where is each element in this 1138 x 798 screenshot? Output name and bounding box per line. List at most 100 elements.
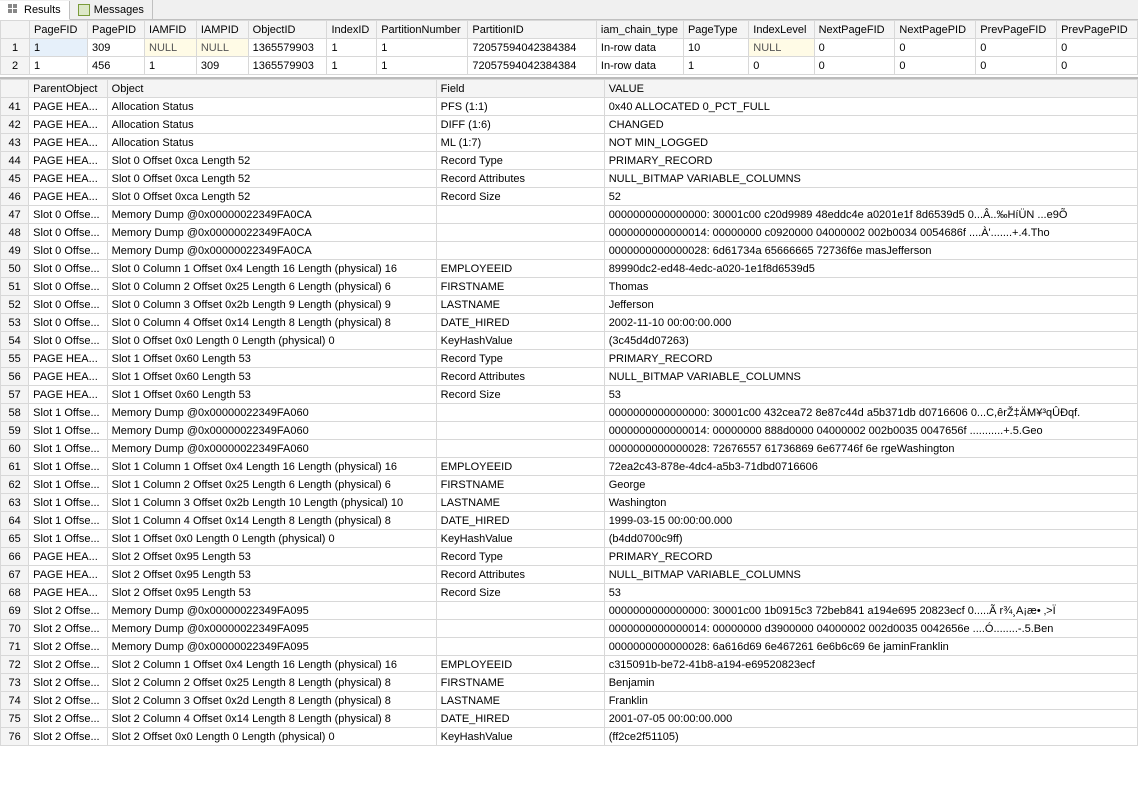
row-number[interactable]: 49 (1, 242, 29, 260)
cell[interactable]: Slot 0 Offset 0x0 Length 0 Length (physi… (107, 332, 436, 350)
cell[interactable]: Slot 0 Offse... (29, 260, 107, 278)
cell[interactable]: DATE_HIRED (436, 314, 604, 332)
cell[interactable]: PFS (1:1) (436, 98, 604, 116)
row-number[interactable]: 61 (1, 458, 29, 476)
table-row[interactable]: 53Slot 0 Offse...Slot 0 Column 4 Offset … (1, 314, 1138, 332)
cell[interactable]: Slot 2 Offset 0x0 Length 0 Length (physi… (107, 728, 436, 746)
cell[interactable]: LASTNAME (436, 494, 604, 512)
row-number[interactable]: 51 (1, 278, 29, 296)
cell[interactable]: Slot 1 Column 1 Offset 0x4 Length 16 Len… (107, 458, 436, 476)
col-header[interactable]: PartitionID (468, 21, 597, 39)
cell[interactable]: Memory Dump @0x00000022349FA095 (107, 620, 436, 638)
cell[interactable]: 0000000000000000: 30001c00 c20d9989 48ed… (604, 206, 1137, 224)
col-header[interactable]: ParentObject (29, 80, 107, 98)
cell[interactable]: Slot 0 Offse... (29, 332, 107, 350)
cell[interactable]: Slot 2 Offse... (29, 602, 107, 620)
cell[interactable]: 0 (895, 57, 976, 75)
cell[interactable]: 1 (683, 57, 748, 75)
cell[interactable]: 53 (604, 584, 1137, 602)
cell[interactable]: Slot 2 Offse... (29, 620, 107, 638)
cell[interactable]: 1365579903 (248, 39, 327, 57)
cell[interactable]: Memory Dump @0x00000022349FA0CA (107, 242, 436, 260)
cell[interactable]: Slot 2 Column 2 Offset 0x25 Length 8 Len… (107, 674, 436, 692)
tab-results[interactable]: Results (0, 1, 70, 20)
table-row[interactable]: 57PAGE HEA...Slot 1 Offset 0x60 Length 5… (1, 386, 1138, 404)
cell[interactable] (436, 224, 604, 242)
cell[interactable]: 0000000000000000: 30001c00 1b0915c3 72be… (604, 602, 1137, 620)
table-row[interactable]: 42PAGE HEA...Allocation StatusDIFF (1:6)… (1, 116, 1138, 134)
cell[interactable]: 309 (88, 39, 145, 57)
cell[interactable] (436, 422, 604, 440)
cell[interactable]: Slot 2 Column 4 Offset 0x14 Length 8 Len… (107, 710, 436, 728)
row-number[interactable]: 50 (1, 260, 29, 278)
col-header[interactable]: VALUE (604, 80, 1137, 98)
row-number[interactable]: 75 (1, 710, 29, 728)
col-header[interactable]: PageFID (30, 21, 88, 39)
cell[interactable]: 1365579903 (248, 57, 327, 75)
table-row[interactable]: 46PAGE HEA...Slot 0 Offset 0xca Length 5… (1, 188, 1138, 206)
row-number[interactable]: 46 (1, 188, 29, 206)
col-header[interactable]: PrevPagePID (1057, 21, 1138, 39)
cell[interactable]: 10 (683, 39, 748, 57)
cell[interactable]: PAGE HEA... (29, 188, 107, 206)
table-row[interactable]: 50Slot 0 Offse...Slot 0 Column 1 Offset … (1, 260, 1138, 278)
cell[interactable]: NOT MIN_LOGGED (604, 134, 1137, 152)
table-row[interactable]: 21456130913655799031172057594042384384In… (1, 57, 1138, 75)
cell[interactable]: Slot 0 Offse... (29, 314, 107, 332)
table-row[interactable]: 48Slot 0 Offse...Memory Dump @0x00000022… (1, 224, 1138, 242)
table-row[interactable]: 44PAGE HEA...Slot 0 Offset 0xca Length 5… (1, 152, 1138, 170)
cell[interactable]: In-row data (596, 57, 683, 75)
row-number[interactable]: 68 (1, 584, 29, 602)
row-number[interactable]: 54 (1, 332, 29, 350)
cell[interactable]: NULL (749, 39, 814, 57)
row-number[interactable]: 71 (1, 638, 29, 656)
cell[interactable]: Slot 0 Offse... (29, 242, 107, 260)
cell[interactable]: 2001-07-05 00:00:00.000 (604, 710, 1137, 728)
row-number[interactable]: 63 (1, 494, 29, 512)
cell[interactable]: FIRSTNAME (436, 278, 604, 296)
cell[interactable]: 0x40 ALLOCATED 0_PCT_FULL (604, 98, 1137, 116)
col-header[interactable]: IndexLevel (749, 21, 814, 39)
cell[interactable]: PAGE HEA... (29, 566, 107, 584)
cell[interactable]: 1 (377, 39, 468, 57)
cell[interactable]: Slot 0 Offse... (29, 278, 107, 296)
col-header[interactable]: PagePID (88, 21, 145, 39)
table-row[interactable]: 70Slot 2 Offse...Memory Dump @0x00000022… (1, 620, 1138, 638)
row-number[interactable]: 42 (1, 116, 29, 134)
col-header[interactable]: NextPageFID (814, 21, 895, 39)
lower-table[interactable]: ParentObjectObjectFieldVALUE41PAGE HEA..… (0, 79, 1138, 746)
cell[interactable]: Record Size (436, 584, 604, 602)
row-number[interactable]: 57 (1, 386, 29, 404)
cell[interactable]: Slot 2 Offset 0x95 Length 53 (107, 548, 436, 566)
row-number[interactable]: 62 (1, 476, 29, 494)
table-row[interactable]: 63Slot 1 Offse...Slot 1 Column 3 Offset … (1, 494, 1138, 512)
cell[interactable]: (3c45d4d07263) (604, 332, 1137, 350)
cell[interactable]: KeyHashValue (436, 728, 604, 746)
table-row[interactable]: 41PAGE HEA...Allocation StatusPFS (1:1)0… (1, 98, 1138, 116)
cell[interactable]: PAGE HEA... (29, 368, 107, 386)
cell[interactable]: PRIMARY_RECORD (604, 350, 1137, 368)
table-row[interactable]: 71Slot 2 Offse...Memory Dump @0x00000022… (1, 638, 1138, 656)
cell[interactable]: (ff2ce2f51105) (604, 728, 1137, 746)
col-header[interactable]: PageType (683, 21, 748, 39)
cell[interactable]: Allocation Status (107, 98, 436, 116)
table-row[interactable]: 60Slot 1 Offse...Memory Dump @0x00000022… (1, 440, 1138, 458)
cell[interactable]: Slot 1 Offse... (29, 530, 107, 548)
row-number[interactable]: 69 (1, 602, 29, 620)
row-number[interactable]: 1 (1, 39, 30, 57)
table-row[interactable]: 55PAGE HEA...Slot 1 Offset 0x60 Length 5… (1, 350, 1138, 368)
cell[interactable]: NULL_BITMAP VARIABLE_COLUMNS (604, 170, 1137, 188)
cell[interactable]: Slot 2 Offse... (29, 638, 107, 656)
cell[interactable]: Memory Dump @0x00000022349FA0CA (107, 224, 436, 242)
table-row[interactable]: 59Slot 1 Offse...Memory Dump @0x00000022… (1, 422, 1138, 440)
cell[interactable]: LASTNAME (436, 692, 604, 710)
row-number[interactable]: 41 (1, 98, 29, 116)
row-number[interactable]: 59 (1, 422, 29, 440)
table-row[interactable]: 75Slot 2 Offse...Slot 2 Column 4 Offset … (1, 710, 1138, 728)
row-number[interactable]: 67 (1, 566, 29, 584)
cell[interactable]: Slot 0 Offse... (29, 224, 107, 242)
cell[interactable]: Record Type (436, 152, 604, 170)
table-row[interactable]: 51Slot 0 Offse...Slot 0 Column 2 Offset … (1, 278, 1138, 296)
cell[interactable]: Allocation Status (107, 116, 436, 134)
cell[interactable]: PRIMARY_RECORD (604, 548, 1137, 566)
